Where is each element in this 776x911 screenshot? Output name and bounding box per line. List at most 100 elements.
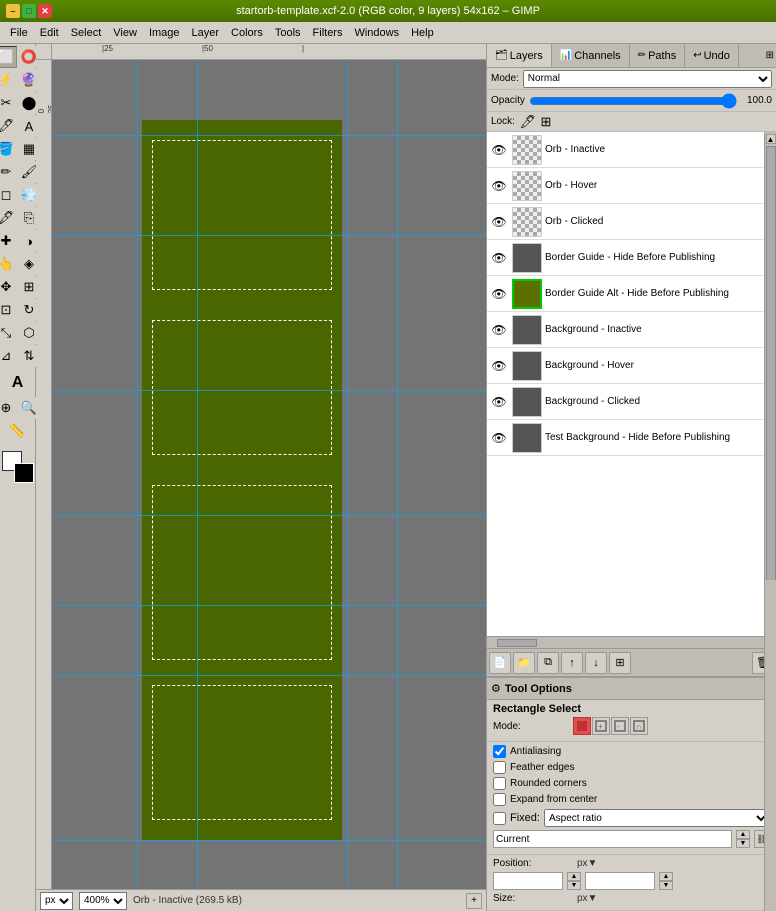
background-color[interactable]	[14, 463, 34, 483]
tool-colorpicker[interactable]: ⊕	[0, 397, 17, 419]
layer-item[interactable]: 👁 Background - Clicked	[487, 384, 764, 420]
feather-edges-label: Feather edges	[510, 762, 575, 773]
layer-item[interactable]: 👁 Border Guide - Hide Before Publishing	[487, 240, 764, 276]
tab-paths[interactable]: ✏ Paths	[630, 44, 686, 67]
tool-rect-select[interactable]: ⬜	[0, 46, 17, 68]
mode-subtract-btn[interactable]: -	[611, 717, 629, 735]
pos-x-input[interactable]: 97	[493, 872, 563, 890]
new-layer-btn[interactable]: 📄	[489, 652, 511, 674]
layer-eye-6[interactable]: 👁	[489, 320, 509, 340]
rounded-corners-checkbox[interactable]	[493, 777, 506, 790]
new-layer-group-btn[interactable]: 📁	[513, 652, 535, 674]
layer-eye-4[interactable]: 👁	[489, 248, 509, 268]
merge-layers-btn[interactable]: ⊞	[609, 652, 631, 674]
layer-eye-7[interactable]: 👁	[489, 356, 509, 376]
layer-eye-3[interactable]: 👁	[489, 212, 509, 232]
tool-perspective[interactable]: ⊿	[0, 345, 17, 367]
menu-view[interactable]: View	[107, 25, 143, 41]
close-button[interactable]: ✕	[38, 4, 52, 18]
tab-channels[interactable]: 📊 Channels	[552, 44, 630, 67]
layer-item[interactable]: 👁 Test Background - Hide Before Publishi…	[487, 420, 764, 456]
menu-file[interactable]: File	[4, 25, 34, 41]
duplicate-layer-btn[interactable]: ⧉	[537, 652, 559, 674]
tool-pencil[interactable]: ✏	[0, 161, 17, 183]
tool-free-select[interactable]: ⚡	[0, 69, 17, 91]
antialiasing-checkbox[interactable]	[493, 745, 506, 758]
current-spin-down[interactable]: ▼	[736, 839, 750, 848]
mode-replace-btn[interactable]	[573, 717, 591, 735]
posy-spin-down[interactable]: ▼	[659, 881, 673, 890]
layer-item[interactable]: 👁 Orb - Inactive	[487, 132, 764, 168]
layer-eye-5[interactable]: 👁	[489, 284, 509, 304]
layers-hscroll-thumb[interactable]	[497, 639, 537, 647]
tool-scissors[interactable]: ✂	[0, 92, 17, 114]
tool-paths[interactable]: 🖊	[0, 115, 17, 137]
tool-smudge[interactable]: 👆	[0, 253, 17, 275]
panel-maximize-btn[interactable]: ⊞	[766, 50, 774, 61]
tool-scale[interactable]: ⤡	[0, 322, 17, 344]
current-input[interactable]	[493, 830, 732, 848]
tool-eraser[interactable]: ◻	[0, 184, 17, 206]
tool-options-scrollbar[interactable]	[764, 580, 776, 911]
posy-spin-up[interactable]: ▲	[659, 872, 673, 881]
maximize-button[interactable]: □	[22, 4, 36, 18]
menu-tools[interactable]: Tools	[269, 25, 307, 41]
lock-alpha-btn[interactable]: ⊞	[537, 113, 555, 131]
layer-eye-8[interactable]: 👁	[489, 392, 509, 412]
tool-crop[interactable]: ⊡	[0, 299, 17, 321]
mode-intersect-btn[interactable]: ∩	[630, 717, 648, 735]
pos-y-input[interactable]: 72	[585, 872, 655, 890]
unit-select[interactable]: px	[40, 892, 73, 910]
menu-edit[interactable]: Edit	[34, 25, 65, 41]
tab-undo[interactable]: ↩ Undo	[685, 44, 739, 67]
expand-from-center-checkbox[interactable]	[493, 793, 506, 806]
layer-item[interactable]: 👁 Background - Inactive	[487, 312, 764, 348]
menu-help[interactable]: Help	[405, 25, 440, 41]
canvas-area[interactable]: |25 |50 | 0 25 50 75 100 125 150	[36, 44, 486, 911]
menu-filters[interactable]: Filters	[307, 25, 349, 41]
menu-select[interactable]: Select	[65, 25, 108, 41]
feather-edges-checkbox[interactable]	[493, 761, 506, 774]
opacity-slider[interactable]	[529, 95, 737, 107]
zoom-select[interactable]: 400%	[79, 892, 127, 910]
tool-heal[interactable]: ✚	[0, 230, 17, 252]
menu-image[interactable]: Image	[143, 25, 186, 41]
menu-layer[interactable]: Layer	[186, 25, 226, 41]
layer-eye-1[interactable]: 👁	[489, 140, 509, 160]
layers-hscroll[interactable]	[487, 636, 776, 648]
tool-ink[interactable]: 🖋	[0, 207, 17, 229]
color-swatches[interactable]	[2, 451, 34, 483]
pos-unit-label: px▼	[577, 858, 597, 869]
move-layer-up-btn[interactable]: ↑	[561, 652, 583, 674]
tool-measure[interactable]: 📏	[7, 420, 29, 442]
layer-eye-2[interactable]: 👁	[489, 176, 509, 196]
layer-item[interactable]: 👁 Orb - Clicked	[487, 204, 764, 240]
lock-pixels-btn[interactable]: 🖊	[519, 113, 537, 131]
current-spin-up[interactable]: ▲	[736, 830, 750, 839]
fixed-select[interactable]: Aspect ratio Width Height Size	[544, 809, 770, 827]
fixed-checkbox[interactable]	[493, 812, 506, 825]
layer-item[interactable]: 👁 Orb - Hover	[487, 168, 764, 204]
move-layer-down-btn[interactable]: ↓	[585, 652, 607, 674]
layer-item[interactable]: 👁 Border Guide Alt - Hide Before Publish…	[487, 276, 764, 312]
menu-colors[interactable]: Colors	[225, 25, 269, 41]
mode-select[interactable]: Normal	[523, 70, 772, 88]
image-canvas[interactable]	[142, 120, 342, 840]
layers-scrollbar[interactable]: ▲ ▼	[764, 132, 776, 636]
scroll-up-btn[interactable]: ▲	[766, 134, 776, 144]
statusbar-expand[interactable]: +	[466, 893, 482, 909]
tool-text2[interactable]: A	[7, 372, 29, 394]
tool-bucket-fill[interactable]: 🪣	[0, 138, 17, 160]
mode-add-btn[interactable]: +	[592, 717, 610, 735]
scroll-thumb[interactable]	[766, 146, 776, 622]
tool-move[interactable]: ✥	[0, 276, 17, 298]
layer-eye-9[interactable]: 👁	[489, 428, 509, 448]
posx-spin-up[interactable]: ▲	[567, 872, 581, 881]
minimize-button[interactable]: –	[6, 4, 20, 18]
layer-item[interactable]: 👁 Background - Hover	[487, 348, 764, 384]
tab-layers[interactable]: 🗂 Layers	[487, 44, 552, 67]
menu-windows[interactable]: Windows	[348, 25, 405, 41]
posx-spin-down[interactable]: ▼	[567, 881, 581, 890]
position-section: Position: px▼ 97 ▲ ▼ 72 ▲ ▼	[487, 855, 776, 911]
canvas-viewport[interactable]	[52, 60, 486, 895]
